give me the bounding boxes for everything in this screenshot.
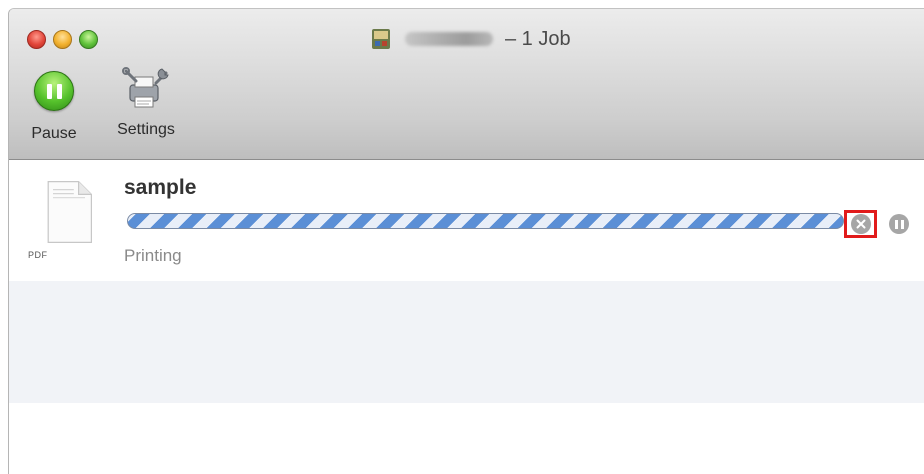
titlebar-toolbar: – 1 Job Pause Settings	[9, 9, 924, 160]
pdf-file-type-label: PDF	[28, 250, 48, 260]
pdf-document-icon	[37, 180, 103, 246]
window-title: – 1 Job	[369, 23, 571, 55]
job-list: PDF sample Printing	[9, 160, 924, 474]
job-row[interactable]: PDF sample Printing	[9, 160, 924, 281]
window-title-text: – 1 Job	[505, 27, 571, 50]
pause-job-icon	[894, 219, 904, 229]
printer-name-blurred	[405, 32, 493, 46]
cancel-job-icon	[856, 219, 866, 229]
pause-job-button[interactable]	[889, 214, 909, 234]
close-window-button[interactable]	[27, 30, 46, 49]
empty-row	[9, 281, 924, 403]
minimize-window-button[interactable]	[53, 30, 72, 49]
cancel-job-button[interactable]	[851, 214, 871, 234]
pause-label: Pause	[31, 125, 77, 142]
settings-label: Settings	[117, 121, 175, 138]
job-name: sample	[124, 176, 197, 199]
pause-printer-button[interactable]: Pause	[21, 71, 87, 143]
progress-stripes	[128, 214, 843, 228]
job-progress-bar	[127, 213, 844, 229]
pause-icon	[34, 71, 74, 111]
printer-app-icon	[372, 29, 390, 49]
settings-button[interactable]: Settings	[101, 67, 191, 139]
empty-row	[9, 403, 924, 474]
printer-settings-icon	[122, 67, 169, 108]
job-status: Printing	[124, 246, 182, 265]
zoom-window-button[interactable]	[79, 30, 98, 49]
print-queue-window: – 1 Job Pause Settings PDF sample Printi…	[8, 8, 924, 474]
